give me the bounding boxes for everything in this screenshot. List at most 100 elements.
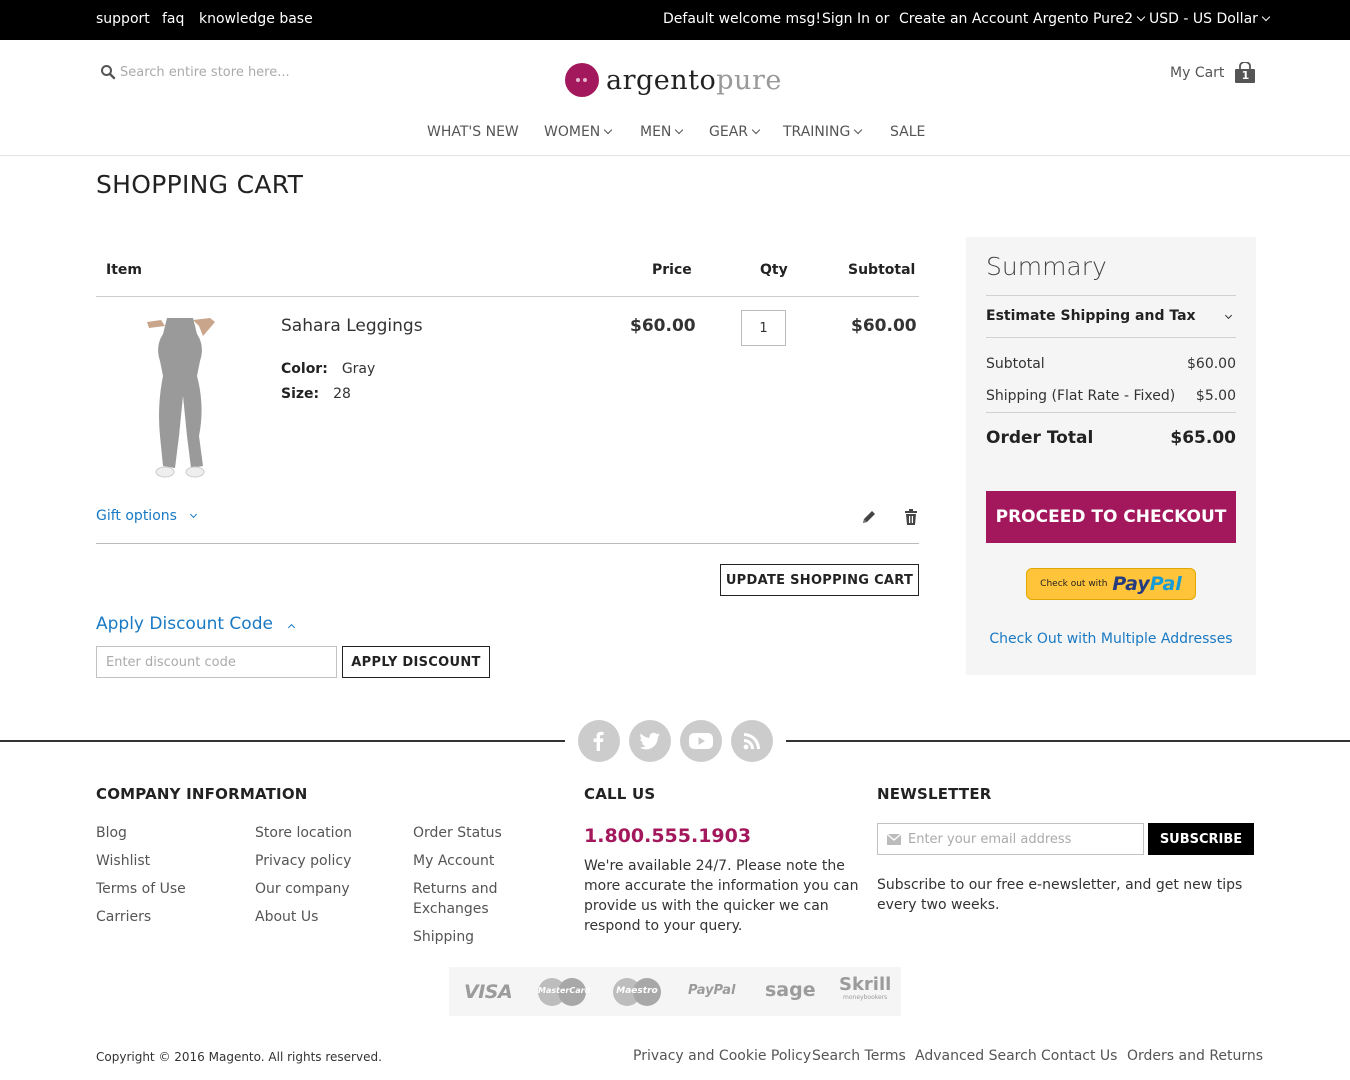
maestro-logo: Maestro — [613, 978, 661, 1006]
phone-number[interactable]: 1.800.555.1903 — [584, 825, 751, 847]
rss-icon[interactable] — [731, 720, 773, 762]
color-label: Color: — [281, 361, 328, 377]
support-link[interactable]: support — [96, 11, 150, 27]
footer-link-blog[interactable]: Blog — [96, 823, 127, 843]
discount-code-input[interactable] — [96, 646, 337, 678]
footer-link-carriers[interactable]: Carriers — [96, 907, 151, 927]
mini-cart[interactable]: My Cart 1 — [1170, 61, 1256, 84]
footer-link-store-location[interactable]: Store location — [255, 823, 352, 843]
chevron-down-icon — [675, 125, 684, 135]
chevron-down-icon[interactable] — [1224, 311, 1233, 320]
footer-link-returns[interactable]: Returns and Exchanges — [413, 879, 523, 919]
twitter-icon[interactable] — [629, 720, 671, 762]
nav-men-label: MEN — [640, 124, 672, 140]
bottom-link-orders-returns[interactable]: Orders and Returns — [1127, 1048, 1263, 1064]
welcome-message: Default welcome msg! — [663, 11, 821, 27]
footer-link-terms[interactable]: Terms of Use — [96, 879, 186, 899]
col-header-price: Price — [652, 262, 692, 278]
discount-title: Apply Discount Code — [96, 614, 273, 634]
logo[interactable]: argentopure — [565, 62, 782, 98]
page-title: SHOPPING CART — [96, 170, 304, 199]
proceed-to-checkout-button[interactable]: PROCEED TO CHECKOUT — [986, 491, 1236, 543]
sign-in-link[interactable]: Sign In — [822, 11, 870, 27]
chevron-down-icon — [189, 510, 197, 519]
nav-whats-new[interactable]: WHAT'S NEW — [427, 124, 519, 140]
visa-logo: VISA — [464, 981, 513, 1003]
product-image[interactable] — [135, 316, 230, 482]
nav-women[interactable]: WOMEN — [544, 124, 613, 140]
company-info-title: COMPANY INFORMATION — [96, 785, 308, 803]
summary-divider — [986, 412, 1236, 413]
footer-link-shipping[interactable]: Shipping — [413, 927, 474, 947]
skrill-logo: Skrill moneybookers — [839, 976, 891, 1002]
logo-mark — [565, 63, 599, 97]
order-total-label: Order Total — [986, 428, 1094, 448]
nav-men[interactable]: MEN — [640, 124, 684, 140]
paypal-logo: PayPal — [688, 983, 736, 998]
chevron-down-icon — [751, 125, 761, 135]
footer-divider-left — [0, 740, 565, 742]
nav-gear-label: GEAR — [709, 124, 748, 140]
footer-link-our-company[interactable]: Our company — [255, 879, 350, 899]
nav-sale[interactable]: SALE — [890, 124, 925, 140]
color-value: Gray — [341, 361, 376, 377]
search-box — [100, 61, 360, 83]
discount-toggle[interactable]: Apply Discount Code — [96, 614, 296, 634]
footer-link-privacy[interactable]: Privacy policy — [255, 851, 351, 871]
search-input[interactable] — [120, 61, 340, 83]
table-header-divider — [96, 296, 919, 297]
bottom-link-contact[interactable]: Contact Us — [1041, 1048, 1117, 1064]
footer-link-my-account[interactable]: My Account — [413, 851, 494, 871]
size-value: 28 — [333, 386, 351, 402]
chevron-down-icon — [1261, 12, 1271, 22]
logo-text-argento: argento — [606, 64, 717, 96]
multiple-addresses-link[interactable]: Check Out with Multiple Addresses — [966, 631, 1256, 647]
currency-switcher[interactable]: USD - US Dollar — [1149, 11, 1271, 27]
gift-options-label: Gift options — [96, 508, 177, 524]
bottom-link-search-terms[interactable]: Search Terms — [812, 1048, 906, 1064]
logo-text: argentopure — [606, 65, 782, 96]
nav-training[interactable]: TRAINING — [783, 124, 863, 140]
footer-link-order-status[interactable]: Order Status — [413, 823, 502, 843]
bottom-link-advanced-search[interactable]: Advanced Search — [915, 1048, 1037, 1064]
bottom-link-privacy[interactable]: Privacy and Cookie Policy — [633, 1048, 811, 1064]
faq-link[interactable]: faq — [162, 11, 184, 27]
newsletter-text: Subscribe to our free e-newsletter, and … — [877, 877, 1243, 913]
create-account-link[interactable]: Create an Account — [899, 11, 1028, 27]
paypal-checkout-button[interactable]: Check out with Pay Pal — [1026, 568, 1196, 600]
gift-options-toggle[interactable]: Gift options — [96, 508, 197, 524]
nav-gear[interactable]: GEAR — [709, 124, 761, 140]
nav-women-label: WOMEN — [544, 124, 601, 140]
call-us-text: We're available 24/7. Please note the mo… — [584, 858, 859, 934]
subtotal-label: Subtotal — [986, 356, 1045, 372]
subscribe-button[interactable]: SUBSCRIBE — [1148, 823, 1254, 855]
update-cart-button[interactable]: UPDATE SHOPPING CART — [720, 564, 919, 596]
product-option-size: Size: 28 — [281, 386, 351, 402]
moneybookers-text: moneybookers — [843, 994, 888, 1001]
subtotal-value: $60.00 — [1187, 356, 1236, 372]
delete-icon[interactable] — [904, 509, 918, 525]
edit-icon[interactable] — [861, 509, 877, 525]
apply-discount-button[interactable]: APPLY DISCOUNT — [342, 646, 490, 678]
store-switcher[interactable]: Argento Pure2 — [1033, 11, 1146, 27]
copyright: Copyright © 2016 Magento. All rights res… — [96, 1050, 382, 1064]
product-name[interactable]: Sahara Leggings — [281, 316, 423, 336]
facebook-icon[interactable] — [578, 720, 620, 762]
search-icon[interactable] — [100, 64, 116, 80]
store-switcher-label: Argento Pure2 — [1033, 11, 1134, 27]
cart-bag-icon: 1 — [1234, 61, 1256, 84]
col-header-qty: Qty — [760, 262, 788, 278]
chevron-down-icon — [854, 125, 863, 135]
youtube-icon[interactable] — [680, 720, 722, 762]
maestro-text: Maestro — [616, 986, 658, 996]
or-text: or — [875, 11, 890, 27]
call-us-title: CALL US — [584, 785, 656, 803]
knowledge-base-link[interactable]: knowledge base — [199, 11, 313, 27]
estimate-shipping-toggle[interactable]: Estimate Shipping and Tax — [986, 308, 1196, 324]
envelope-icon — [887, 834, 901, 845]
footer-link-about[interactable]: About Us — [255, 907, 318, 927]
payment-methods: VISA MasterCard Maestro PayPal sage Skri… — [449, 967, 901, 1016]
newsletter-email-input[interactable] — [908, 824, 1138, 854]
qty-input[interactable] — [741, 310, 786, 346]
footer-link-wishlist[interactable]: Wishlist — [96, 851, 150, 871]
